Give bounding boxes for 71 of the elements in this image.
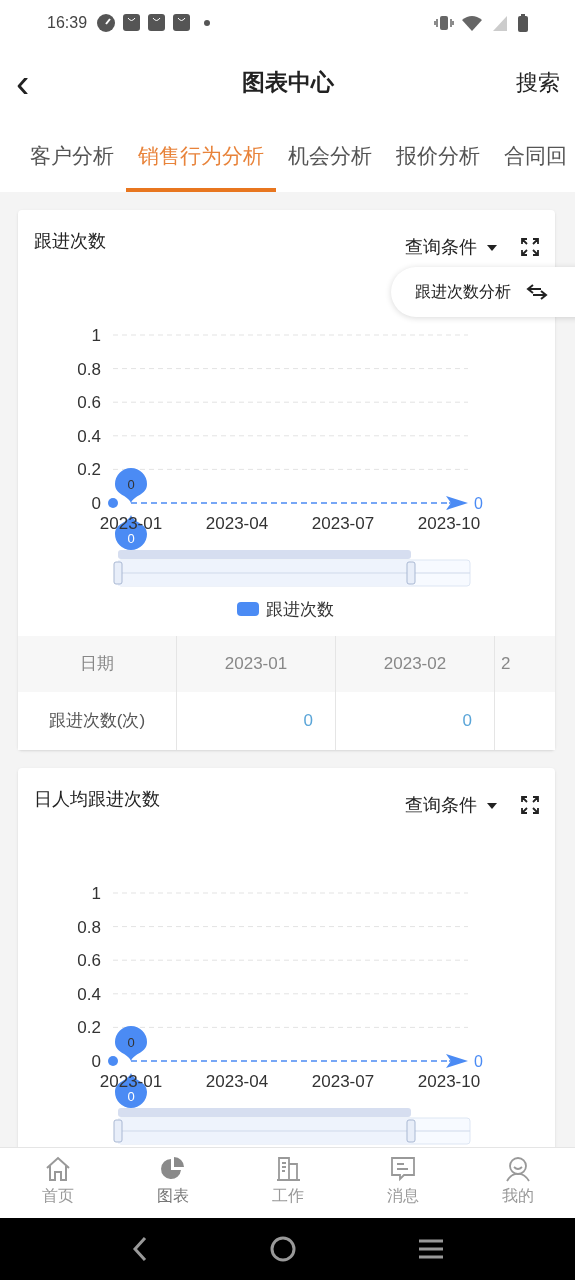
y-tick-label: 0.6 <box>77 393 101 413</box>
y-tick-label: 0.2 <box>77 460 101 480</box>
y-tick-label: 0 <box>91 494 101 513</box>
max-value-pin: 0 <box>115 1026 147 1061</box>
table-cell: 0 <box>336 692 495 750</box>
x-tick-label: 2023-04 <box>205 1072 269 1091</box>
battery-icon <box>518 13 528 32</box>
annotation: 0 <box>127 477 135 492</box>
legend-label: 跟进次数 <box>266 600 334 619</box>
y-tick-label: 1 <box>91 884 101 903</box>
annotation: 0 <box>127 1035 135 1050</box>
x-tick-label: 2023-04 <box>205 514 269 533</box>
fullscreen-icon[interactable] <box>521 238 539 256</box>
status-time: 16:39 <box>47 12 88 33</box>
y-tick-label: 1 <box>91 326 101 345</box>
message-icon <box>388 1156 417 1182</box>
line-end-arrow <box>446 1054 468 1068</box>
table-cell: 0 <box>177 692 336 750</box>
range-slider[interactable] <box>113 550 471 587</box>
range-slider[interactable] <box>113 1108 471 1145</box>
caret-icon <box>487 244 497 251</box>
category-tab[interactable]: 报价分析 <box>384 120 492 192</box>
system-menu-icon[interactable] <box>417 1238 446 1260</box>
max-value-pin: 0 <box>115 468 147 503</box>
shopping-bag-icon <box>123 14 141 31</box>
x-tick-label: 2023-07 <box>311 1072 375 1091</box>
gauge-icon <box>97 13 116 32</box>
user-icon <box>503 1156 532 1182</box>
y-tick-label: 0.6 <box>77 951 101 971</box>
back-button[interactable]: ‹ <box>16 62 30 103</box>
system-home-icon[interactable] <box>269 1235 298 1263</box>
query-filter-dropdown[interactable]: 查询条件 <box>405 234 497 261</box>
y-tick-label: 0 <box>91 1052 101 1071</box>
analysis-switch-button[interactable]: 跟进次数分析 <box>391 267 575 317</box>
x-tick-label: 2023-10 <box>417 514 481 533</box>
end-value-label: 0 <box>474 495 483 512</box>
signal-icon <box>492 14 508 31</box>
line-start-dot <box>108 1056 118 1066</box>
y-tick-label: 0.2 <box>77 1018 101 1038</box>
table-row-label: 跟进次数(次) <box>18 692 177 750</box>
card-title: 日人均跟进次数 <box>34 788 160 811</box>
y-tick-label: 0.8 <box>77 359 101 379</box>
shopping-bag-icon <box>173 14 191 31</box>
swap-arrows-icon <box>525 283 549 301</box>
page-title: 图表中心 <box>241 68 334 98</box>
y-tick-label: 0.8 <box>77 917 101 937</box>
line-start-dot <box>108 498 118 508</box>
fullscreen-icon[interactable] <box>521 796 539 814</box>
annotation: 0 <box>127 1089 135 1104</box>
annotation: 0 <box>127 531 135 546</box>
legend-item[interactable]: 跟进次数 <box>237 600 334 619</box>
table-header-cell-text: 2 <box>500 653 512 676</box>
category-tab[interactable]: 机会分析 <box>276 120 384 192</box>
line-end-arrow <box>446 496 468 510</box>
category-tab[interactable]: 客户分析 <box>18 120 126 192</box>
x-tick-label: 2023-07 <box>311 514 375 533</box>
category-tab[interactable]: 合同回 <box>492 120 575 192</box>
shopping-bag-icon <box>148 14 166 31</box>
card-title: 跟进次数 <box>34 230 106 253</box>
y-tick-label: 0.4 <box>77 984 101 1004</box>
x-tick-label: 2023-10 <box>417 1072 481 1091</box>
caret-icon <box>487 802 497 809</box>
query-filter-dropdown[interactable]: 查询条件 <box>405 792 497 819</box>
bottom-nav-item[interactable]: 图表 <box>115 1148 230 1218</box>
y-tick-label: 0.4 <box>77 426 101 446</box>
vibrate-icon <box>434 14 454 31</box>
end-value-label: 0 <box>474 1053 483 1070</box>
dot-icon <box>204 19 211 26</box>
search-button[interactable]: 搜索 <box>516 66 560 99</box>
pie-chart-icon <box>158 1156 187 1182</box>
wifi-icon <box>462 14 482 31</box>
